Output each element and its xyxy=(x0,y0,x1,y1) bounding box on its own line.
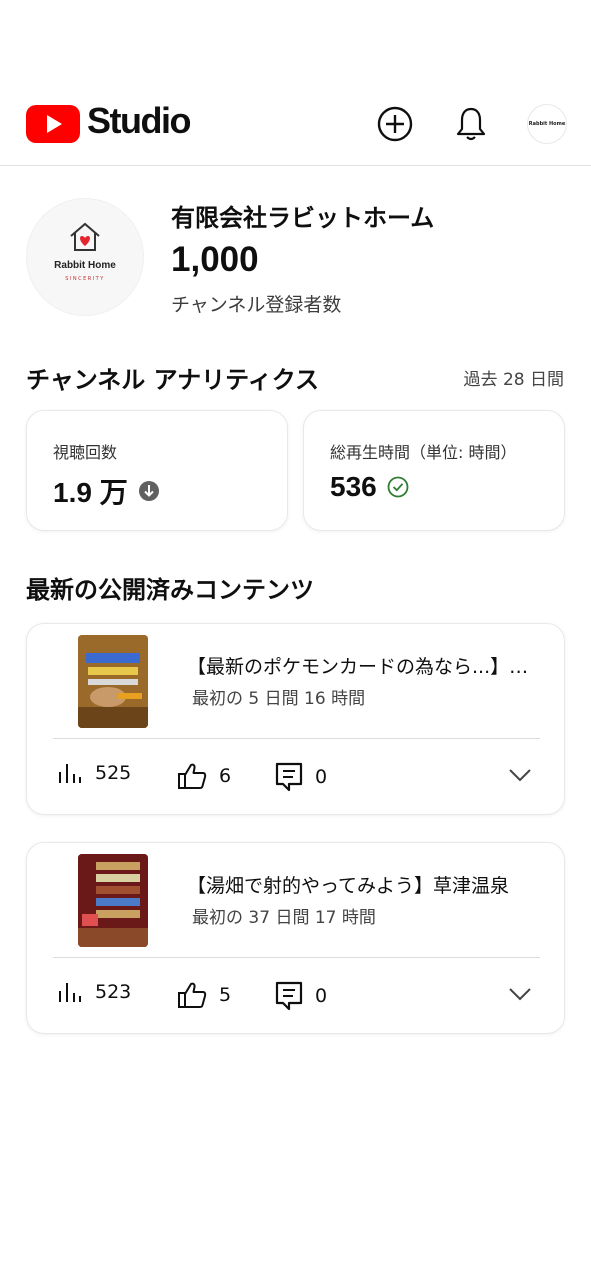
chevron-down-icon[interactable] xyxy=(507,767,533,787)
analytics-title: チャンネル アナリティクス xyxy=(26,366,319,394)
video-thumbnail[interactable] xyxy=(78,635,148,728)
divider xyxy=(53,957,540,958)
avatar-tagline: SINCERITY xyxy=(65,276,105,282)
views-count: 525 xyxy=(95,762,132,784)
watch-time-value: 536 xyxy=(330,471,377,502)
plus-circle-icon xyxy=(377,106,413,142)
channel-name: 有限会社ラビットホーム xyxy=(171,204,435,232)
analytics-period: 過去 28 日間 xyxy=(463,370,564,390)
subscriber-label: チャンネル登録者数 xyxy=(171,294,342,316)
latest-content-title: 最新の公開済みコンテンツ xyxy=(26,576,314,604)
comment-icon xyxy=(275,762,303,792)
arrow-down-circle-icon xyxy=(138,480,160,502)
video-period: 最初の 5 日間 16 時間 xyxy=(192,689,366,709)
comments-stat: 0 xyxy=(275,981,327,1011)
notifications-button[interactable] xyxy=(451,104,491,144)
thumbs-up-icon xyxy=(177,762,207,790)
create-button[interactable] xyxy=(375,104,415,144)
watch-time-value-row: 536 xyxy=(330,471,409,503)
views-value: 1.9 万 xyxy=(53,477,128,508)
watch-time-card[interactable]: 総再生時間（単位: 時間） 536 xyxy=(303,410,565,531)
channel-avatar[interactable]: Rabbit Home SINCERITY xyxy=(26,198,144,316)
comments-count: 0 xyxy=(315,766,328,788)
views-stat: 523 xyxy=(57,981,131,1003)
video-thumbnail[interactable] xyxy=(78,854,148,947)
bar-chart-icon xyxy=(57,762,83,784)
comment-icon xyxy=(275,981,303,1011)
chevron-down-icon[interactable] xyxy=(507,986,533,1006)
status-bar-area xyxy=(0,0,591,92)
app-header: Studio Rabbit Home xyxy=(0,92,591,166)
comments-stat: 0 xyxy=(275,762,327,792)
avatar-text: Rabbit Home xyxy=(528,121,566,127)
video-title[interactable]: 【最新のポケモンカードの為なら...】ポケカ xyxy=(187,652,543,679)
comments-count: 0 xyxy=(315,985,328,1007)
thumbnail-image xyxy=(78,635,148,728)
bar-chart-icon xyxy=(57,981,83,1003)
views-card[interactable]: 視聴回数 1.9 万 xyxy=(26,410,288,531)
house-heart-icon xyxy=(70,222,100,251)
account-avatar[interactable]: Rabbit Home xyxy=(527,104,567,144)
views-label: 視聴回数 xyxy=(53,443,118,462)
subscriber-count: 1,000 xyxy=(171,240,259,279)
check-circle-icon xyxy=(387,476,409,498)
avatar-brand: Rabbit Home xyxy=(54,260,116,271)
watch-time-label: 総再生時間（単位: 時間） xyxy=(330,443,517,462)
video-period: 最初の 37 日間 17 時間 xyxy=(192,908,376,928)
likes-stat: 6 xyxy=(177,762,231,790)
likes-count: 5 xyxy=(219,984,232,1006)
likes-stat: 5 xyxy=(177,981,231,1009)
video-title[interactable]: 【湯畑で射的やってみよう】草津温泉 xyxy=(187,871,543,898)
youtube-logo-icon[interactable] xyxy=(26,105,80,143)
views-count: 523 xyxy=(95,981,132,1003)
studio-wordmark: Studio xyxy=(87,100,191,141)
views-stat: 525 xyxy=(57,762,131,784)
video-card[interactable]: 【湯畑で射的やってみよう】草津温泉 最初の 37 日間 17 時間 523 5 xyxy=(26,842,565,1034)
views-value-row: 1.9 万 xyxy=(53,471,160,511)
bell-icon xyxy=(456,107,486,141)
likes-count: 6 xyxy=(219,765,232,787)
thumbnail-image xyxy=(78,854,148,947)
video-card[interactable]: 【最新のポケモンカードの為なら...】ポケカ 最初の 5 日間 16 時間 52… xyxy=(26,623,565,815)
thumbs-up-icon xyxy=(177,981,207,1009)
divider xyxy=(53,738,540,739)
